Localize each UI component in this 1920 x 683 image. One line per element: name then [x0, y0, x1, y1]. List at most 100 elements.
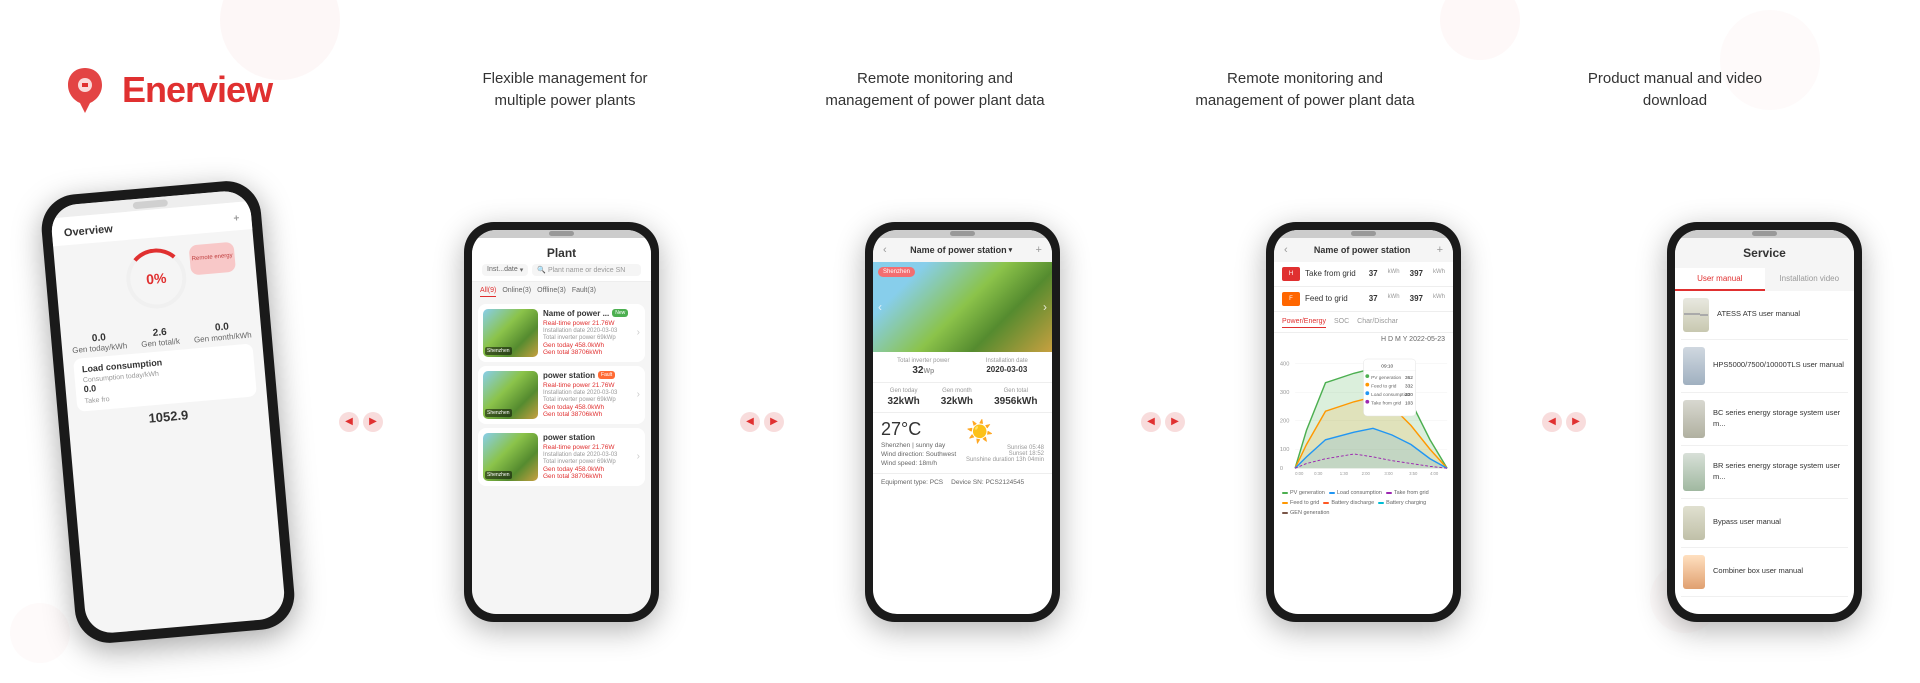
gauge-section: 0% Remote energy [64, 235, 250, 330]
legend-discharge: Battery discharge [1323, 500, 1374, 506]
chart-tab-char[interactable]: Char/Dischar [1357, 316, 1398, 328]
grid-values-feed: 37 kWh 397 kWh [1369, 294, 1445, 303]
gen-month-cell: Gen month 32kWh [941, 388, 973, 407]
weather-left: 27°C Shenzhen | sunny day Wind direction… [881, 419, 956, 467]
add-icon-3[interactable]: + [1036, 244, 1042, 256]
arrow1-right: ▶ [363, 412, 383, 432]
phone5-screen: Service User manual Installation video A… [1675, 230, 1854, 614]
add-icon-4[interactable]: + [1437, 244, 1443, 256]
feature-3: Remote monitoring and management of powe… [1195, 68, 1415, 113]
manual-item-1[interactable]: ATESS ATS user manual [1681, 291, 1848, 340]
service-tab-video[interactable]: Installation video [1765, 268, 1855, 291]
add-icon[interactable]: + [233, 212, 240, 223]
svg-text:09:10: 09:10 [1381, 363, 1393, 369]
phone2-screen: Plant Inst...date ▾ 🔍 Plant name or devi… [472, 230, 651, 614]
inverter-label: Total inverter power [897, 358, 949, 364]
manual-name-3: BC series energy storage system user m..… [1713, 408, 1846, 429]
plant-card-2[interactable]: Shenzhen power station Fault Real-time p… [478, 366, 645, 424]
plant-label-2: Shenzhen [485, 409, 512, 417]
phone4-screen: ‹ Name of power station + H Take from gr… [1274, 230, 1453, 614]
manual-item-3[interactable]: BC series energy storage system user m..… [1681, 393, 1848, 446]
arrow4-left: ◀ [1542, 412, 1562, 432]
svg-text:3:00: 3:00 [1384, 470, 1393, 475]
wind-direction: Wind direction: Southwest [881, 451, 956, 458]
plant-arrow-2: › [637, 389, 640, 400]
tab-fault[interactable]: Fault(3) [572, 285, 596, 297]
logo-text: Enerview [122, 69, 272, 111]
nav-left-icon[interactable]: ‹ [878, 300, 882, 314]
plant-card-3[interactable]: Shenzhen power station Real-time power 2… [478, 428, 645, 486]
tab-all[interactable]: All(9) [480, 285, 496, 297]
weather-right: ☀️ Sunrise 05:48 Sunset 18:52 Sunshine d… [966, 419, 1044, 463]
header: Enerview Flexible management for multipl… [0, 0, 1920, 180]
svg-text:3:50: 3:50 [1409, 470, 1418, 475]
svg-text:4:00: 4:00 [1430, 470, 1439, 475]
gauge-circle: 0% [124, 246, 189, 311]
grid-stat-2: F Feed to grid 37 kWh 397 kWh [1274, 287, 1453, 312]
phone3-screen: ‹ Name of power station ▾ + Shenzhen ‹ ›… [873, 230, 1052, 614]
svg-text:332: 332 [1405, 383, 1413, 389]
manual-item-6[interactable]: Combiner box user manual [1681, 548, 1848, 597]
weather-desc: Shenzhen | sunny day [881, 442, 956, 449]
svg-text:362: 362 [1405, 374, 1413, 380]
plant-inverter-3: Total inverter power 69kWp [543, 459, 632, 465]
gen-today-val3: 32kWh [888, 396, 920, 407]
plant-gentotal-1: Gen total 38706kWh [543, 349, 632, 356]
features-row: Flexible management for multiple power p… [320, 68, 1860, 113]
tab-online[interactable]: Online(3) [502, 285, 531, 297]
screen5-header: Service [1675, 238, 1854, 268]
filter-row: Inst...date ▾ 🔍 Plant name or device SN [482, 264, 641, 276]
back-icon-3[interactable]: ‹ [883, 244, 887, 256]
manual-icon-2 [1683, 347, 1705, 385]
plant-inverter-2: Total inverter power 69kWp [543, 397, 632, 403]
equip-type: Equipment type: PCS [881, 479, 943, 486]
screen3-title: Name of power station ▾ [910, 245, 1012, 255]
plant-realtime-2: Real-time power 21.76W [543, 382, 632, 389]
phone1-wrapper: Overview + 0% Remote energy [58, 187, 278, 637]
chart-tab-power[interactable]: Power/Energy [1282, 316, 1326, 328]
manual-icon-3 [1683, 400, 1705, 438]
screen1-body: 0% Remote energy 0.0 Gen today/kWh [53, 228, 269, 438]
phone4-wrapper: ‹ Name of power station + H Take from gr… [1266, 222, 1461, 622]
svg-text:100: 100 [1280, 447, 1290, 453]
plant-name-2: power station [543, 371, 595, 380]
notch-4 [1351, 231, 1376, 236]
plant-name-1: Name of power ... [543, 309, 609, 318]
phone1-screen: Overview + 0% Remote energy [50, 189, 287, 635]
legend-discharge-dot [1323, 502, 1329, 504]
arrow4-group: ◀ ▶ [1542, 412, 1586, 432]
nav-right-icon[interactable]: › [1043, 300, 1047, 314]
manual-item-4[interactable]: BR series energy storage system user m..… [1681, 446, 1848, 499]
screen4-header: ‹ Name of power station + [1274, 238, 1453, 262]
phone3-wrapper: ‹ Name of power station ▾ + Shenzhen ‹ ›… [865, 222, 1060, 622]
svg-text:300: 300 [1280, 390, 1290, 396]
phone3-frame: ‹ Name of power station ▾ + Shenzhen ‹ ›… [865, 222, 1060, 622]
manual-item-2[interactable]: HPS5000/7500/10000TLS user manual [1681, 340, 1848, 393]
arrow1-left: ◀ [339, 412, 359, 432]
back-icon-4[interactable]: ‹ [1284, 244, 1288, 256]
legend-gen-dot [1282, 512, 1288, 514]
arrow3-right: ▶ [1165, 412, 1185, 432]
logo-area: Enerview [60, 63, 320, 118]
grid-label-feed: Feed to grid [1305, 294, 1364, 303]
chart-tabs: Power/Energy SOC Char/Dischar [1274, 312, 1453, 333]
search-box[interactable]: 🔍 Plant name or device SN [532, 264, 641, 276]
plant-name-row-1: Name of power ... New [543, 309, 632, 318]
chart-tab-soc[interactable]: SOC [1334, 316, 1349, 328]
plant-card-1[interactable]: Shenzhen Name of power ... New Real-time… [478, 304, 645, 362]
service-tab-manual[interactable]: User manual [1675, 268, 1765, 291]
chevron-down-icon-3: ▾ [1009, 246, 1013, 254]
legend-pv: PV generation [1282, 490, 1325, 496]
legend-feed-dot [1282, 502, 1288, 504]
screen2-header: Plant Inst...date ▾ 🔍 Plant name or devi… [472, 238, 651, 282]
manual-item-5[interactable]: Bypass user manual [1681, 499, 1848, 548]
tab-offline[interactable]: Offline(3) [537, 285, 566, 297]
grid-stat-1: H Take from grid 37 kWh 397 kWh [1274, 262, 1453, 287]
gen-stats-section: Gen today 32kWh Gen month 32kWh Gen tota… [873, 383, 1052, 413]
gen-month-val3: 32kWh [941, 396, 973, 407]
legend-feed: Feed to grid [1282, 500, 1319, 506]
svg-text:Take from grid: Take from grid [1371, 400, 1401, 406]
status-bar-5 [1675, 230, 1854, 238]
filter-btn[interactable]: Inst...date ▾ [482, 264, 528, 276]
gen-today-stat: 0.0 Gen today/kWh [71, 330, 128, 355]
